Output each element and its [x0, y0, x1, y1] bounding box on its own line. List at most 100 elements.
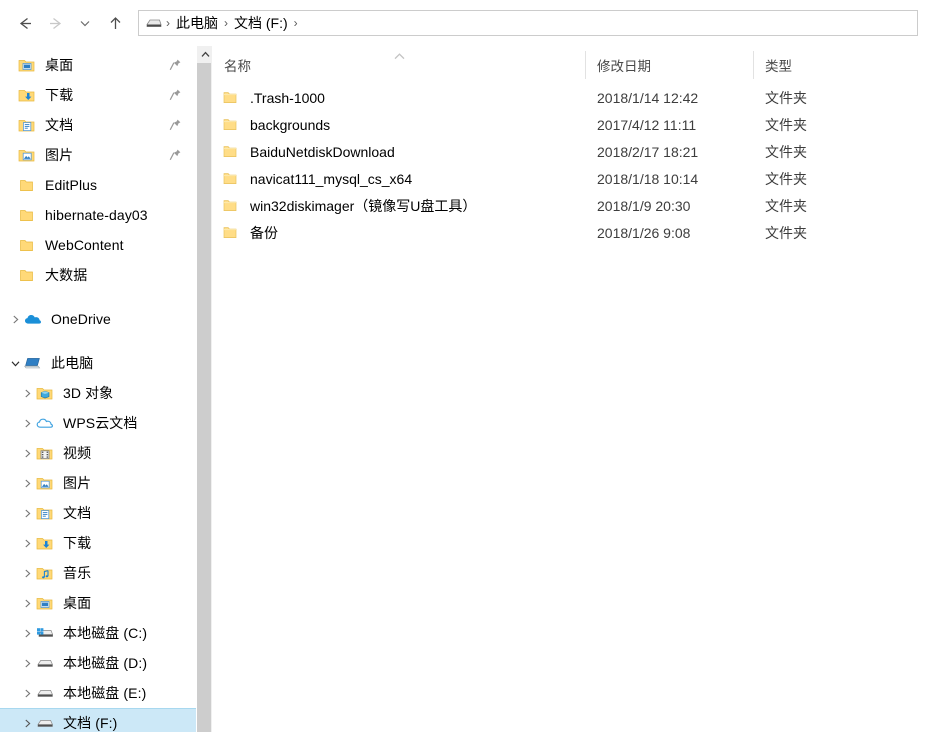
sidebar-item-drive-c[interactable]: 本地磁盘 (C:): [0, 618, 196, 648]
file-name: backgrounds: [250, 116, 331, 133]
sidebar-item-pictures[interactable]: 图片: [0, 140, 196, 170]
sidebar-item-wps-cloud[interactable]: WPS云文档: [0, 408, 196, 438]
folder-desktop-icon: [18, 58, 40, 73]
sidebar-item-label: hibernate-day03: [45, 207, 148, 223]
folder-icon: [222, 225, 244, 240]
chevron-right-icon[interactable]: [18, 658, 36, 669]
chevron-down-icon: [80, 21, 90, 27]
chevron-right-icon[interactable]: [18, 628, 36, 639]
sidebar-item-videos[interactable]: 视频: [0, 438, 196, 468]
scrollbar-thumb[interactable]: [197, 63, 211, 732]
chevron-right-icon[interactable]: [18, 478, 36, 489]
system-drive-icon: [36, 626, 58, 640]
sidebar-item-music[interactable]: 音乐: [0, 558, 196, 588]
sidebar-item-desktop[interactable]: 桌面: [0, 50, 196, 80]
cell-date: 2017/4/12 11:11: [597, 116, 697, 133]
breadcrumb-item-0[interactable]: 此电脑: [173, 13, 221, 33]
file-name: BaiduNetdiskDownload: [250, 143, 395, 160]
folder-icon: [222, 198, 244, 213]
sidebar-item-hibernate-day03[interactable]: hibernate-day03: [0, 200, 196, 230]
sidebar-item-documents-pc[interactable]: 文档: [0, 498, 196, 528]
sidebar-item-drive-d[interactable]: 本地磁盘 (D:): [0, 648, 196, 678]
up-button[interactable]: [100, 8, 130, 38]
table-row[interactable]: .Trash-1000 2018/1/14 12:42 文件夹: [212, 84, 928, 111]
chevron-right-icon[interactable]: [18, 448, 36, 459]
chevron-right-icon[interactable]: [18, 688, 36, 699]
sidebar-item-label: 图片: [45, 147, 74, 163]
pin-icon[interactable]: [168, 118, 182, 132]
table-row[interactable]: navicat111_mysql_cs_x64 2018/1/18 10:14 …: [212, 165, 928, 192]
sidebar-item-downloads-pc[interactable]: 下载: [0, 528, 196, 558]
sidebar-item-webcontent[interactable]: WebContent: [0, 230, 196, 260]
chevron-right-icon[interactable]: [18, 538, 36, 549]
chevron-down-icon[interactable]: [6, 358, 24, 369]
table-row[interactable]: win32diskimager（镜像写U盘工具） 2018/1/9 20:30 …: [212, 192, 928, 219]
breadcrumb-item-1[interactable]: 文档 (F:): [231, 13, 291, 33]
sidebar-item-pictures-pc[interactable]: 图片: [0, 468, 196, 498]
column-header-label: 修改日期: [597, 59, 651, 74]
folder-icon: [18, 178, 40, 193]
folder-icon: [18, 268, 40, 283]
folder-tree: 桌面 下载 文档 图片 EditPlus hibernate-day03 Web…: [0, 46, 196, 732]
chevron-right-icon[interactable]: [18, 718, 36, 729]
sidebar-item-label: EditPlus: [45, 177, 98, 193]
forward-button[interactable]: [40, 8, 70, 38]
recent-locations-button[interactable]: [70, 8, 100, 38]
breadcrumb-separator-2[interactable]: ›: [291, 17, 301, 29]
computer-icon: [24, 356, 46, 370]
scroll-up-button[interactable]: [197, 46, 213, 63]
sidebar-item-bigdata[interactable]: 大数据: [0, 260, 196, 290]
sidebar-item-label: 文档: [45, 117, 74, 133]
sidebar-scrollbar[interactable]: [196, 46, 213, 732]
chevron-right-icon[interactable]: [18, 418, 36, 429]
column-headers: 名称 修改日期 类型: [212, 46, 928, 84]
pin-icon[interactable]: [168, 88, 182, 102]
navigation-pane: 桌面 下载 文档 图片 EditPlus hibernate-day03 Web…: [0, 46, 213, 732]
chevron-right-icon[interactable]: [18, 568, 36, 579]
hard-drive-icon: [36, 656, 58, 670]
sidebar-item-downloads[interactable]: 下载: [0, 80, 196, 110]
hard-drive-icon: [143, 14, 163, 32]
folder-icon: [18, 238, 40, 253]
back-button[interactable]: [10, 8, 40, 38]
folder-documents-icon: [18, 118, 40, 133]
folder-pictures-icon: [18, 148, 40, 163]
column-header-type[interactable]: 类型: [753, 46, 893, 84]
folder-videos-icon: [36, 446, 58, 461]
cell-name: navicat111_mysql_cs_x64: [212, 165, 585, 192]
chevron-right-icon[interactable]: [18, 388, 36, 399]
sidebar-item-onedrive[interactable]: OneDrive: [0, 304, 196, 334]
hard-drive-icon: [36, 686, 58, 700]
cell-name: 备份: [212, 219, 585, 246]
table-row[interactable]: backgrounds 2017/4/12 11:11 文件夹: [212, 111, 928, 138]
table-row[interactable]: 备份 2018/1/26 9:08 文件夹: [212, 219, 928, 246]
onedrive-cloud-icon: [24, 312, 46, 326]
up-arrow-icon: [110, 16, 120, 29]
column-header-date[interactable]: 修改日期: [585, 46, 753, 84]
chevron-right-icon[interactable]: [6, 314, 24, 325]
sidebar-item-drive-e[interactable]: 本地磁盘 (E:): [0, 678, 196, 708]
cell-date: 2018/2/17 18:21: [597, 143, 699, 160]
address-bar[interactable]: › 此电脑 › 文档 (F:) ›: [138, 10, 918, 36]
sidebar-item-3d-objects[interactable]: 3D 对象: [0, 378, 196, 408]
sidebar-item-drive-f[interactable]: 文档 (F:): [0, 708, 196, 732]
cell-date: 2018/1/14 12:42: [597, 89, 699, 106]
breadcrumb-separator-1[interactable]: ›: [221, 17, 231, 29]
sidebar-item-editplus[interactable]: EditPlus: [0, 170, 196, 200]
chevron-right-icon[interactable]: [18, 508, 36, 519]
sidebar-item-label: 大数据: [45, 267, 88, 283]
main-area: 桌面 下载 文档 图片 EditPlus hibernate-day03 Web…: [0, 46, 928, 732]
chevron-right-icon[interactable]: [18, 598, 36, 609]
sidebar-item-this-pc[interactable]: 此电脑: [0, 348, 196, 378]
pin-icon[interactable]: [168, 58, 182, 72]
sidebar-item-desktop-pc[interactable]: 桌面: [0, 588, 196, 618]
table-row[interactable]: BaiduNetdiskDownload 2018/2/17 18:21 文件夹: [212, 138, 928, 165]
sidebar-item-documents[interactable]: 文档: [0, 110, 196, 140]
pin-icon[interactable]: [168, 148, 182, 162]
cell-type: 文件夹: [765, 197, 807, 214]
breadcrumb-separator-0[interactable]: ›: [163, 17, 173, 29]
column-header-name[interactable]: 名称: [212, 46, 585, 84]
file-name: navicat111_mysql_cs_x64: [250, 170, 413, 187]
